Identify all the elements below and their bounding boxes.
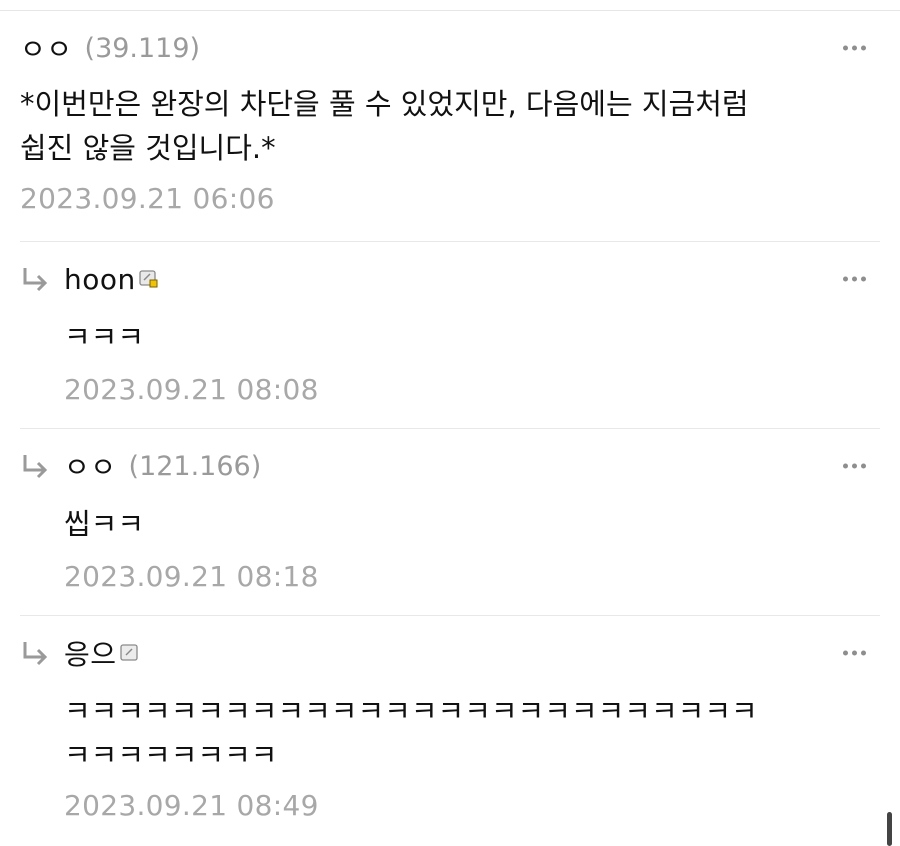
more-options-icon[interactable] xyxy=(843,45,866,51)
reply-arrow-icon xyxy=(20,264,50,294)
more-options-icon[interactable] xyxy=(843,463,866,469)
author-name[interactable]: ㅇㅇ xyxy=(20,28,73,68)
half-nick-badge-icon xyxy=(119,643,140,663)
author-name[interactable]: 응으 xyxy=(64,633,117,673)
reply-arrow-icon xyxy=(20,638,50,668)
author-name[interactable]: ㅇㅇ xyxy=(64,446,117,486)
comment-header: ㅇㅇ (39.119) xyxy=(20,28,880,68)
reply-date: 2023.09.21 08:18 xyxy=(64,560,319,593)
fixed-nick-badge-icon xyxy=(139,269,159,289)
reply-date: 2023.09.21 08:08 xyxy=(64,373,319,406)
reply-header: ㅇㅇ (121.166) xyxy=(20,446,880,486)
reply-text: ㅋㅋㅋ xyxy=(64,320,145,354)
comment-text: *이번만은 완장의 차단을 풀 수 있었지만, 다음에는 지금처럼 쉽진 않을 … xyxy=(20,87,749,165)
reply-header: hoon xyxy=(20,259,880,299)
reply-text: 씹ㅋㅋ xyxy=(64,507,145,541)
divider xyxy=(20,241,880,242)
author-ip: (39.119) xyxy=(84,32,201,64)
more-options-icon[interactable] xyxy=(843,276,866,282)
reply-header: 응으 xyxy=(20,633,880,673)
reply: hoon ㅋㅋㅋ 2023.09.21 08:08 xyxy=(20,259,880,406)
comment-date: 2023.09.21 06:06 xyxy=(20,182,275,215)
more-options-icon[interactable] xyxy=(843,650,866,656)
reply-date: 2023.09.21 08:49 xyxy=(64,789,319,822)
divider xyxy=(20,428,880,429)
author-name[interactable]: hoon xyxy=(64,263,136,296)
reply: 응으 ㅋㅋㅋㅋㅋㅋㅋㅋㅋㅋㅋㅋㅋㅋㅋㅋㅋㅋㅋㅋㅋㅋㅋㅋㅋㅋ ㅋㅋㅋㅋㅋㅋㅋㅋ 2… xyxy=(20,633,880,822)
reply: ㅇㅇ (121.166) 씹ㅋㅋ 2023.09.21 08:18 xyxy=(20,446,880,593)
comment: ㅇㅇ (39.119) *이번만은 완장의 차단을 풀 수 있었지만, 다음에는… xyxy=(20,28,880,215)
divider xyxy=(20,615,880,616)
reply-arrow-icon xyxy=(20,451,50,481)
reply-text: ㅋㅋㅋㅋㅋㅋㅋㅋㅋㅋㅋㅋㅋㅋㅋㅋㅋㅋㅋㅋㅋㅋㅋㅋㅋㅋ ㅋㅋㅋㅋㅋㅋㅋㅋ xyxy=(64,694,758,772)
author-ip: (121.166) xyxy=(128,450,262,482)
top-divider xyxy=(0,10,900,11)
scrollbar[interactable] xyxy=(887,812,892,846)
